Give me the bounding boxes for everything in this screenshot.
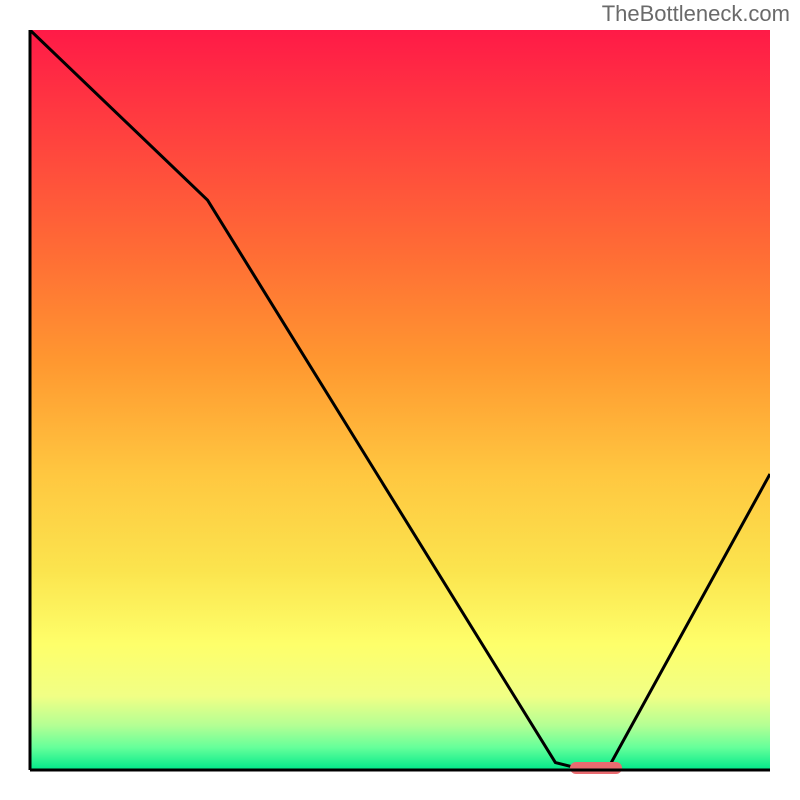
watermark-text: TheBottleneck.com: [602, 1, 790, 27]
plot-area: [30, 30, 770, 770]
optimal-marker: [570, 762, 622, 774]
chart-container: TheBottleneck.com: [0, 0, 800, 800]
line-curve: [30, 30, 770, 770]
